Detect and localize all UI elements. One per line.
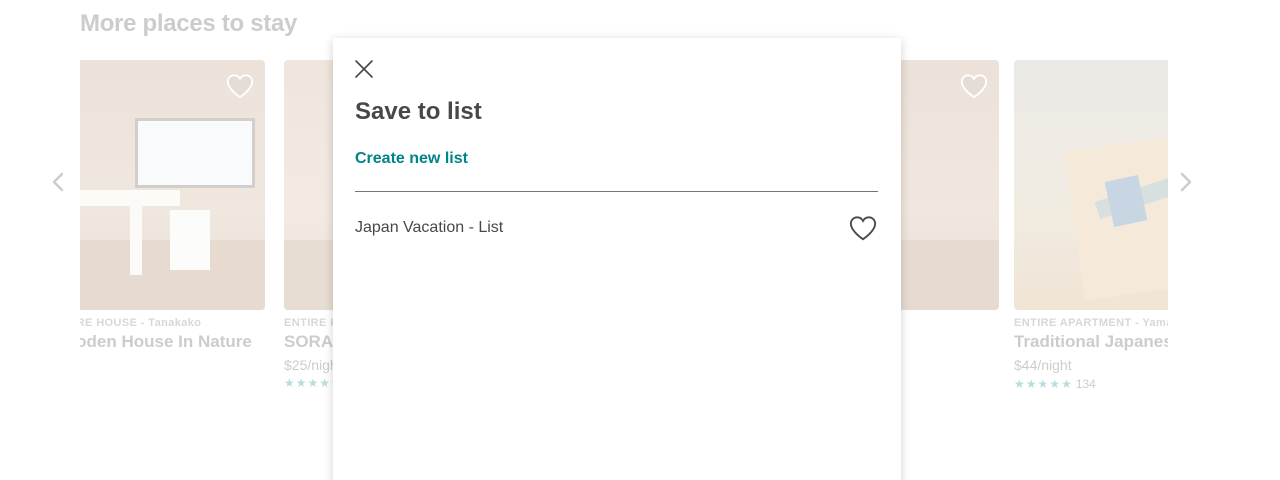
heart-outline-icon <box>960 74 988 99</box>
listing-price: $44/night <box>1014 357 1072 373</box>
listing-photo[interactable] <box>1014 60 1168 310</box>
star-icon: ★ <box>1014 377 1025 391</box>
chevron-left-icon <box>52 172 64 192</box>
star-icon: ★ <box>307 376 319 390</box>
heart-outline-icon <box>849 216 877 241</box>
create-new-list-link[interactable]: Create new list <box>355 150 468 168</box>
section-title: More places to stay <box>80 10 298 37</box>
carousel-next-button[interactable] <box>1176 170 1196 194</box>
list-item[interactable]: Japan Vacation - List <box>355 208 878 248</box>
close-icon <box>355 60 373 78</box>
save-to-list-modal: Save to list Create new list Japan Vacat… <box>333 38 901 480</box>
star-icon: ★ <box>295 376 307 390</box>
listing-card[interactable]: ENTIRE APARTMENT - Yamanashi Traditional… <box>1014 60 1168 391</box>
star-icon: ★ <box>284 376 295 390</box>
save-heart-button[interactable] <box>225 72 255 100</box>
chevron-right-icon <box>1180 172 1192 192</box>
review-count: 134 <box>1075 377 1096 391</box>
star-icon: ★ <box>1061 377 1072 391</box>
carousel-prev-button[interactable] <box>48 170 68 194</box>
modal-title: Save to list <box>355 98 482 125</box>
listing-kicker: ENTIRE APARTMENT - Yamanashi <box>1014 317 1168 329</box>
list-item-name: Japan Vacation - List <box>355 219 504 236</box>
listing-rating: ★ ★ ★ ★ ★ 134 <box>1014 377 1168 391</box>
page: More places to stay RE HOUSE - Tanakako … <box>0 0 1280 480</box>
star-icon: ★ <box>319 376 331 390</box>
save-to-list-heart-button[interactable] <box>848 214 878 242</box>
star-icon: ★ <box>1025 377 1037 391</box>
listing-card[interactable]: ENTIRE HOUSE - Tanakako Wooden House In … <box>80 60 265 352</box>
listing-name: Wooden House In Nature <box>80 332 252 351</box>
star-icon: ★ <box>1049 377 1061 391</box>
star-icon: ★ <box>1037 377 1049 391</box>
listing-kicker: ENTIRE HOUSE - Tanakako <box>80 317 202 329</box>
close-button[interactable] <box>353 58 375 80</box>
rating-stars: ★ ★ ★ ★ ★ <box>1014 378 1072 390</box>
listing-photo[interactable] <box>80 60 265 310</box>
save-heart-button[interactable] <box>959 72 989 100</box>
divider <box>355 191 878 192</box>
heart-outline-icon <box>226 74 254 99</box>
listing-name: Traditional Japanese House <box>1014 332 1168 351</box>
